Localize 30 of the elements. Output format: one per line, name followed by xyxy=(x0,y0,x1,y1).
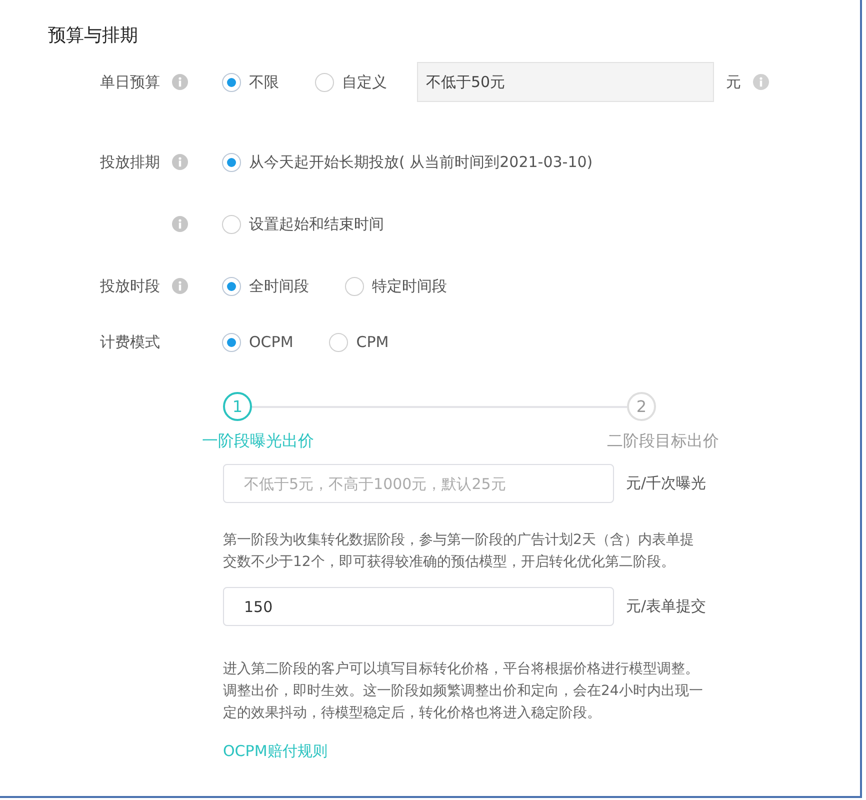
unit-label: 元 xyxy=(726,72,741,92)
step-label: 一阶段曝光出价 xyxy=(202,431,314,452)
radio-option[interactable]: OCPM xyxy=(222,332,294,352)
radio-option[interactable]: CPM xyxy=(329,332,389,352)
field-label: 投放排期 xyxy=(99,152,160,172)
field-label: 单日预算 xyxy=(99,72,160,92)
info-icon[interactable] xyxy=(172,278,188,294)
description-text: 进入第二阶段的客户可以填写目标转化价格，平台将根据价格进行模型调整。调整出价，即时生效。这一阶段如频繁调整出价和定向，会在24小时内出现一定的效果抖动，待模型稳定后，转化价格也将进入稳定阶段。 xyxy=(223,660,704,723)
unit-label: 元/千次曝光 xyxy=(626,474,706,493)
info-icon[interactable] xyxy=(172,74,188,90)
info-icon[interactable] xyxy=(172,216,188,232)
description-text: 第一阶段为收集转化数据阶段，参与第一阶段的广告计划2天（含）内表单提交数不少于12个，即可获得较准确的预估模型，开启转化优化第二阶段。 xyxy=(223,531,695,572)
radio-option[interactable]: 特定时间段 xyxy=(345,276,447,296)
section-title: 预算与排期 xyxy=(48,24,139,48)
unit-label: 元/表单提交 xyxy=(626,597,706,616)
radio-option[interactable]: 不限 xyxy=(222,72,279,92)
step-label: 二阶段目标出价 xyxy=(607,431,719,452)
field-label: 投放时段 xyxy=(99,276,160,296)
step-number: 1 xyxy=(223,392,252,421)
info-icon[interactable] xyxy=(753,74,769,90)
step-number: 2 xyxy=(627,392,656,421)
radio-option[interactable]: 从今天起开始长期投放( 从当前时间到2021-03-10) xyxy=(222,152,593,172)
radio-option[interactable]: 全时间段 xyxy=(222,276,309,296)
field-label: 计费模式 xyxy=(99,332,160,352)
bid-input[interactable]: 不低于5元，不高于1000元，默认25元 xyxy=(223,464,614,503)
bid-input[interactable]: 150 xyxy=(223,587,614,626)
budget-input[interactable]: 不低于50元 xyxy=(417,62,714,102)
radio-option[interactable]: 设置起始和结束时间 xyxy=(222,214,384,234)
radio-option[interactable]: 自定义 xyxy=(315,72,387,92)
info-icon[interactable] xyxy=(172,154,188,170)
